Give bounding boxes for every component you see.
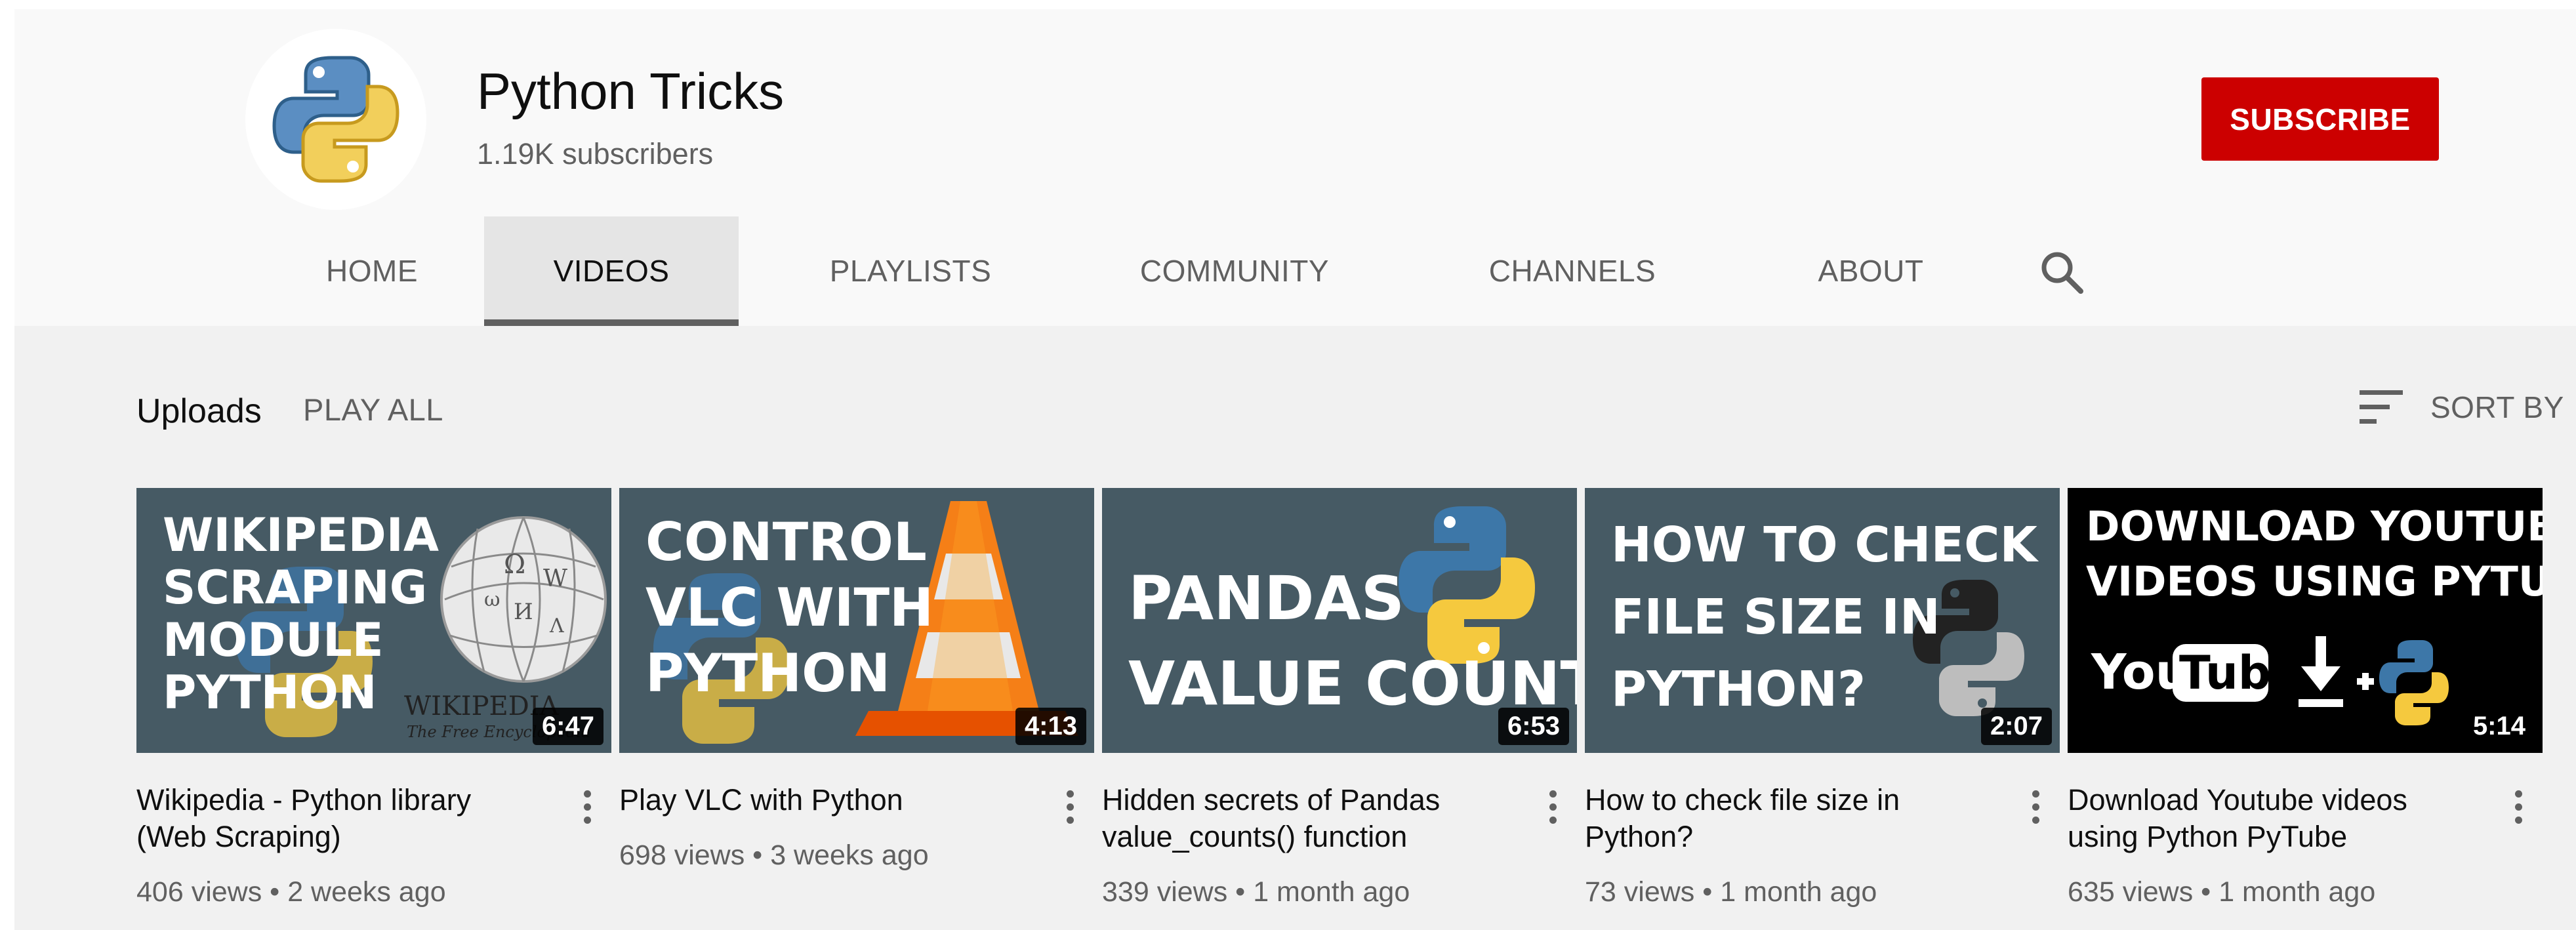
svg-text:W: W: [543, 565, 567, 592]
video-thumbnail[interactable]: DOWNLOAD YOUTUBE VIDEOS USING PYTUBE You…: [2068, 488, 2543, 753]
video-title[interactable]: How to check file size in Python?: [1585, 782, 1978, 855]
video-views: 406 views: [136, 876, 262, 908]
tab-channels[interactable]: CHANNELS: [1444, 216, 1700, 326]
thumb-text-line: CONTROL: [645, 512, 927, 573]
video-title[interactable]: Play VLC with Python: [619, 782, 1013, 819]
video-thumbnail[interactable]: HOW TO CHECK FILE SIZE IN PYTHON? 2:07: [1585, 488, 2060, 753]
video-duration: 6:47: [532, 708, 603, 745]
video-age: 1 month ago: [2218, 876, 2376, 908]
video-thumbnail[interactable]: CONTROL VLC WITH PYTHON 4:13: [619, 488, 1094, 753]
video-meta: 339 views • 1 month ago: [1102, 876, 1410, 908]
play-all-button[interactable]: PLAY ALL: [303, 392, 443, 428]
meta-separator: •: [2201, 876, 2211, 908]
svg-text:И: И: [514, 599, 533, 625]
video-title[interactable]: Wikipedia - Python library (Web Scraping…: [136, 782, 530, 855]
channel-page: Python Tricks 1.19K subscribers SUBSCRIB…: [14, 9, 2576, 930]
sort-by-label: SORT BY: [2430, 390, 2564, 424]
meta-separator: •: [752, 839, 763, 871]
more-vert-icon[interactable]: [2508, 787, 2528, 833]
more-vert-icon[interactable]: [1543, 787, 1563, 833]
thumb-text-line: MODULE: [163, 613, 384, 667]
meta-separator: •: [1235, 876, 1246, 908]
video-card[interactable]: CONTROL VLC WITH PYTHON 4:13 Play VLC wi…: [619, 488, 1094, 921]
thumb-text-line: VIDEOS USING PYTUBE: [2086, 557, 2543, 605]
sort-by-button[interactable]: SORT BY: [2360, 384, 2564, 430]
channel-header: Python Tricks 1.19K subscribers SUBSCRIB…: [14, 9, 2576, 326]
channel-tabs: HOME VIDEOS PLAYLISTS COMMUNITY CHANNELS…: [14, 216, 2576, 326]
video-age: 1 month ago: [1253, 876, 1410, 908]
meta-separator: •: [1702, 876, 1713, 908]
svg-text:Ω: Ω: [504, 550, 525, 580]
thumb-text-line: HOW TO CHECK: [1611, 517, 2039, 573]
tab-home[interactable]: HOME: [282, 216, 462, 326]
thumb-logo-tube: Tube: [2179, 646, 2302, 700]
channel-name: Python Tricks: [477, 62, 785, 120]
video-views: 339 views: [1102, 876, 1228, 908]
thumb-text-line: DOWNLOAD YOUTUBE: [2086, 502, 2543, 550]
thumb-text-line: SCRAPING: [163, 561, 427, 615]
video-age: 1 month ago: [1720, 876, 1877, 908]
python-logo-icon: [245, 29, 426, 210]
thumb-text-line: PYTHON: [163, 666, 377, 719]
thumb-text-line: FILE SIZE IN: [1611, 589, 1940, 645]
more-vert-icon[interactable]: [577, 787, 597, 833]
video-meta: 406 views • 2 weeks ago: [136, 876, 446, 908]
thumb-text-line: PANDAS: [1128, 563, 1404, 634]
video-duration: 5:14: [2463, 708, 2535, 745]
video-age: 2 weeks ago: [287, 876, 446, 908]
tab-videos[interactable]: VIDEOS: [484, 216, 739, 326]
video-thumbnail[interactable]: PANDAS VALUE COUNTS 6:53: [1102, 488, 1577, 753]
thumb-text-line: PYTHON: [645, 643, 890, 704]
tab-community[interactable]: COMMUNITY: [1090, 216, 1379, 326]
thumb-text-line: PYTHON?: [1611, 661, 1866, 718]
channel-avatar[interactable]: [245, 29, 426, 210]
subscriber-count: 1.19K subscribers: [477, 137, 714, 171]
video-duration: 4:13: [1015, 708, 1086, 745]
channel-search-button[interactable]: [2039, 249, 2085, 295]
video-meta: 73 views • 1 month ago: [1585, 876, 1877, 908]
video-card[interactable]: PANDAS VALUE COUNTS 6:53 Hidden secrets …: [1102, 488, 1577, 921]
video-views: 635 views: [2068, 876, 2194, 908]
thumb-text-line: VLC WITH: [645, 577, 933, 638]
sort-icon: [2360, 390, 2403, 424]
svg-text:ω: ω: [484, 588, 500, 611]
subscribe-button[interactable]: SUBSCRIBE: [2201, 77, 2439, 161]
video-card[interactable]: HOW TO CHECK FILE SIZE IN PYTHON? 2:07 H…: [1585, 488, 2060, 921]
video-views: 73 views: [1585, 876, 1695, 908]
video-meta: 635 views • 1 month ago: [2068, 876, 2375, 908]
thumb-text-line: WIKIPEDIA: [163, 508, 439, 562]
video-age: 3 weeks ago: [770, 839, 929, 871]
video-views: 698 views: [619, 839, 745, 871]
tab-playlists[interactable]: PLAYLISTS: [786, 216, 1035, 326]
more-vert-icon[interactable]: [1060, 787, 1080, 833]
video-duration: 2:07: [1980, 708, 2052, 745]
section-title: Uploads: [136, 392, 262, 430]
video-thumbnail[interactable]: Ω W И ω Λ WIKIPEDIA SCRAPING MODULE PYTH…: [136, 488, 611, 753]
video-title[interactable]: Hidden secrets of Pandas value_counts() …: [1102, 782, 1496, 855]
more-vert-icon[interactable]: [2026, 787, 2045, 833]
video-card[interactable]: DOWNLOAD YOUTUBE VIDEOS USING PYTUBE You…: [2068, 488, 2543, 921]
video-duration: 6:53: [1498, 708, 1569, 745]
video-card[interactable]: Ω W И ω Λ WIKIPEDIA SCRAPING MODULE PYTH…: [136, 488, 611, 921]
video-title[interactable]: Download Youtube videos using Python PyT…: [2068, 782, 2461, 855]
svg-text:Λ: Λ: [549, 615, 564, 637]
tab-about[interactable]: ABOUT: [1772, 216, 1969, 326]
meta-separator: •: [270, 876, 280, 908]
search-icon: [2041, 252, 2083, 294]
video-meta: 698 views • 3 weeks ago: [619, 839, 929, 872]
